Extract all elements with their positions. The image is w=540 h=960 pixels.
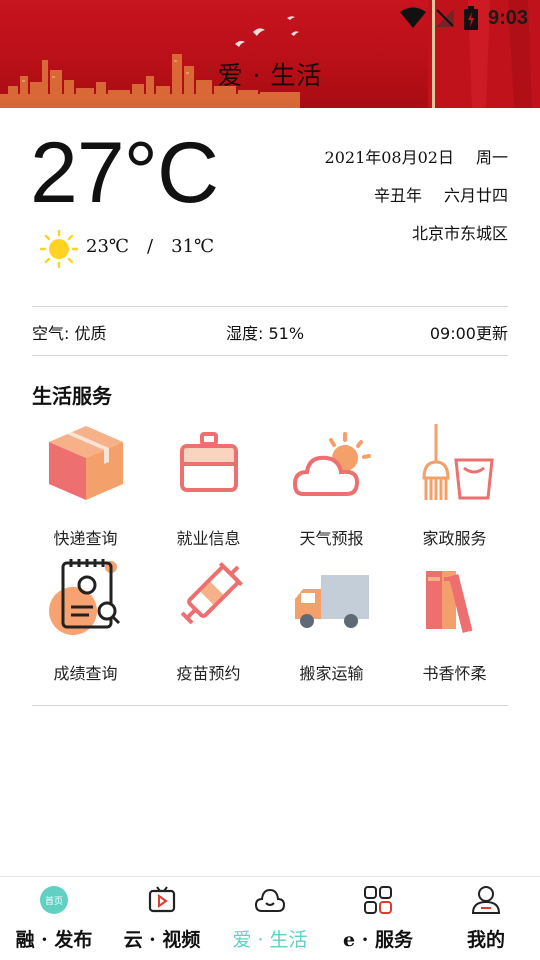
date-location-block: 2021年08月02日 周一 辛丑年 六月廿四 北京市东城区 [325, 144, 508, 258]
cloud-smile-icon [255, 888, 285, 912]
service-label: 疫苗预约 [176, 664, 241, 683]
service-books[interactable]: 书香怀柔 [393, 555, 516, 685]
temp-separator: / [147, 236, 154, 257]
tv-play-icon [148, 886, 176, 913]
service-label: 家政服务 [422, 529, 487, 548]
package-icon [49, 426, 123, 500]
page-title: 爱 · 生活 [217, 61, 323, 90]
service-label: 书香怀柔 [422, 664, 487, 683]
lunar-year-text: 辛丑年 [373, 186, 422, 205]
signal-icon [435, 9, 454, 27]
divider [32, 355, 508, 356]
battery-charging-icon [463, 6, 478, 30]
service-express-query[interactable]: 快递查询 [24, 420, 147, 550]
tab-label: 融 · 发布 [15, 929, 93, 951]
service-label: 快递查询 [53, 529, 118, 548]
header-banner: 9:03 爱 · 生活 [0, 0, 540, 108]
temp-high: 31℃ [171, 236, 215, 257]
air-quality-text: 空气: 优质 [32, 324, 107, 343]
bottom-tab-bar: 首页 融 · 发布 云 · 视频 爱 · 生活 e · 服务 我的 [0, 876, 540, 960]
certificate-icon [49, 559, 121, 635]
service-label: 搬家运输 [299, 664, 364, 683]
tab-label: 爱 · 生活 [232, 929, 308, 951]
date-text: 2021年08月02日 [324, 148, 454, 167]
tab-label: 我的 [466, 929, 505, 951]
wifi-icon [399, 7, 426, 28]
service-job-info[interactable]: 就业信息 [147, 420, 270, 550]
home-badge-text: 首页 [45, 895, 63, 907]
tab-mine[interactable]: 我的 [432, 877, 540, 960]
status-time: 9:03 [487, 6, 528, 29]
divider [32, 705, 508, 706]
tab-service[interactable]: e · 服务 [324, 877, 432, 960]
books-icon [426, 571, 473, 633]
sun-icon [40, 230, 78, 268]
service-label: 天气预报 [299, 529, 364, 548]
update-time-text: 09:00更新 [429, 324, 508, 343]
briefcase-icon [180, 432, 238, 492]
section-title: 生活服务 [32, 384, 112, 408]
lunar-date-text: 六月廿四 [443, 186, 508, 205]
current-temperature: 27°C [30, 125, 219, 221]
weekday-text: 周一 [475, 148, 508, 167]
service-score-query[interactable]: 成绩查询 [24, 555, 147, 685]
syringe-icon [180, 562, 243, 625]
truck-icon [295, 575, 369, 628]
weather-info-row: 空气: 优质 湿度: 51% 09:00更新 [32, 320, 508, 344]
status-bar: 9:03 [399, 4, 528, 32]
tab-release[interactable]: 首页 融 · 发布 [0, 877, 108, 960]
service-moving-transport[interactable]: 搬家运输 [270, 555, 393, 685]
tab-label: e · 服务 [343, 929, 413, 951]
grid-apps-icon [364, 886, 392, 914]
tab-video[interactable]: 云 · 视频 [108, 877, 216, 960]
tab-life[interactable]: 爱 · 生活 [216, 877, 324, 960]
temp-low: 23℃ [86, 236, 130, 257]
doves-graphic [235, 16, 299, 47]
user-icon [471, 886, 501, 914]
tab-label: 云 · 视频 [123, 929, 201, 951]
humidity-text: 湿度: 51% [226, 324, 305, 343]
temperature-range: 23℃ / 31℃ [86, 236, 214, 257]
service-label: 就业信息 [176, 529, 241, 548]
weather-icon [292, 432, 371, 496]
service-label: 成绩查询 [53, 664, 118, 683]
divider [32, 306, 508, 307]
home-badge-icon: 首页 [40, 886, 68, 914]
service-weather-forecast[interactable]: 天气预报 [270, 420, 393, 550]
service-vaccine-booking[interactable]: 疫苗预约 [147, 555, 270, 685]
location-text[interactable]: 北京市东城区 [412, 220, 508, 258]
service-housekeeping[interactable]: 家政服务 [393, 420, 516, 550]
broom-bucket-icon [422, 424, 494, 500]
